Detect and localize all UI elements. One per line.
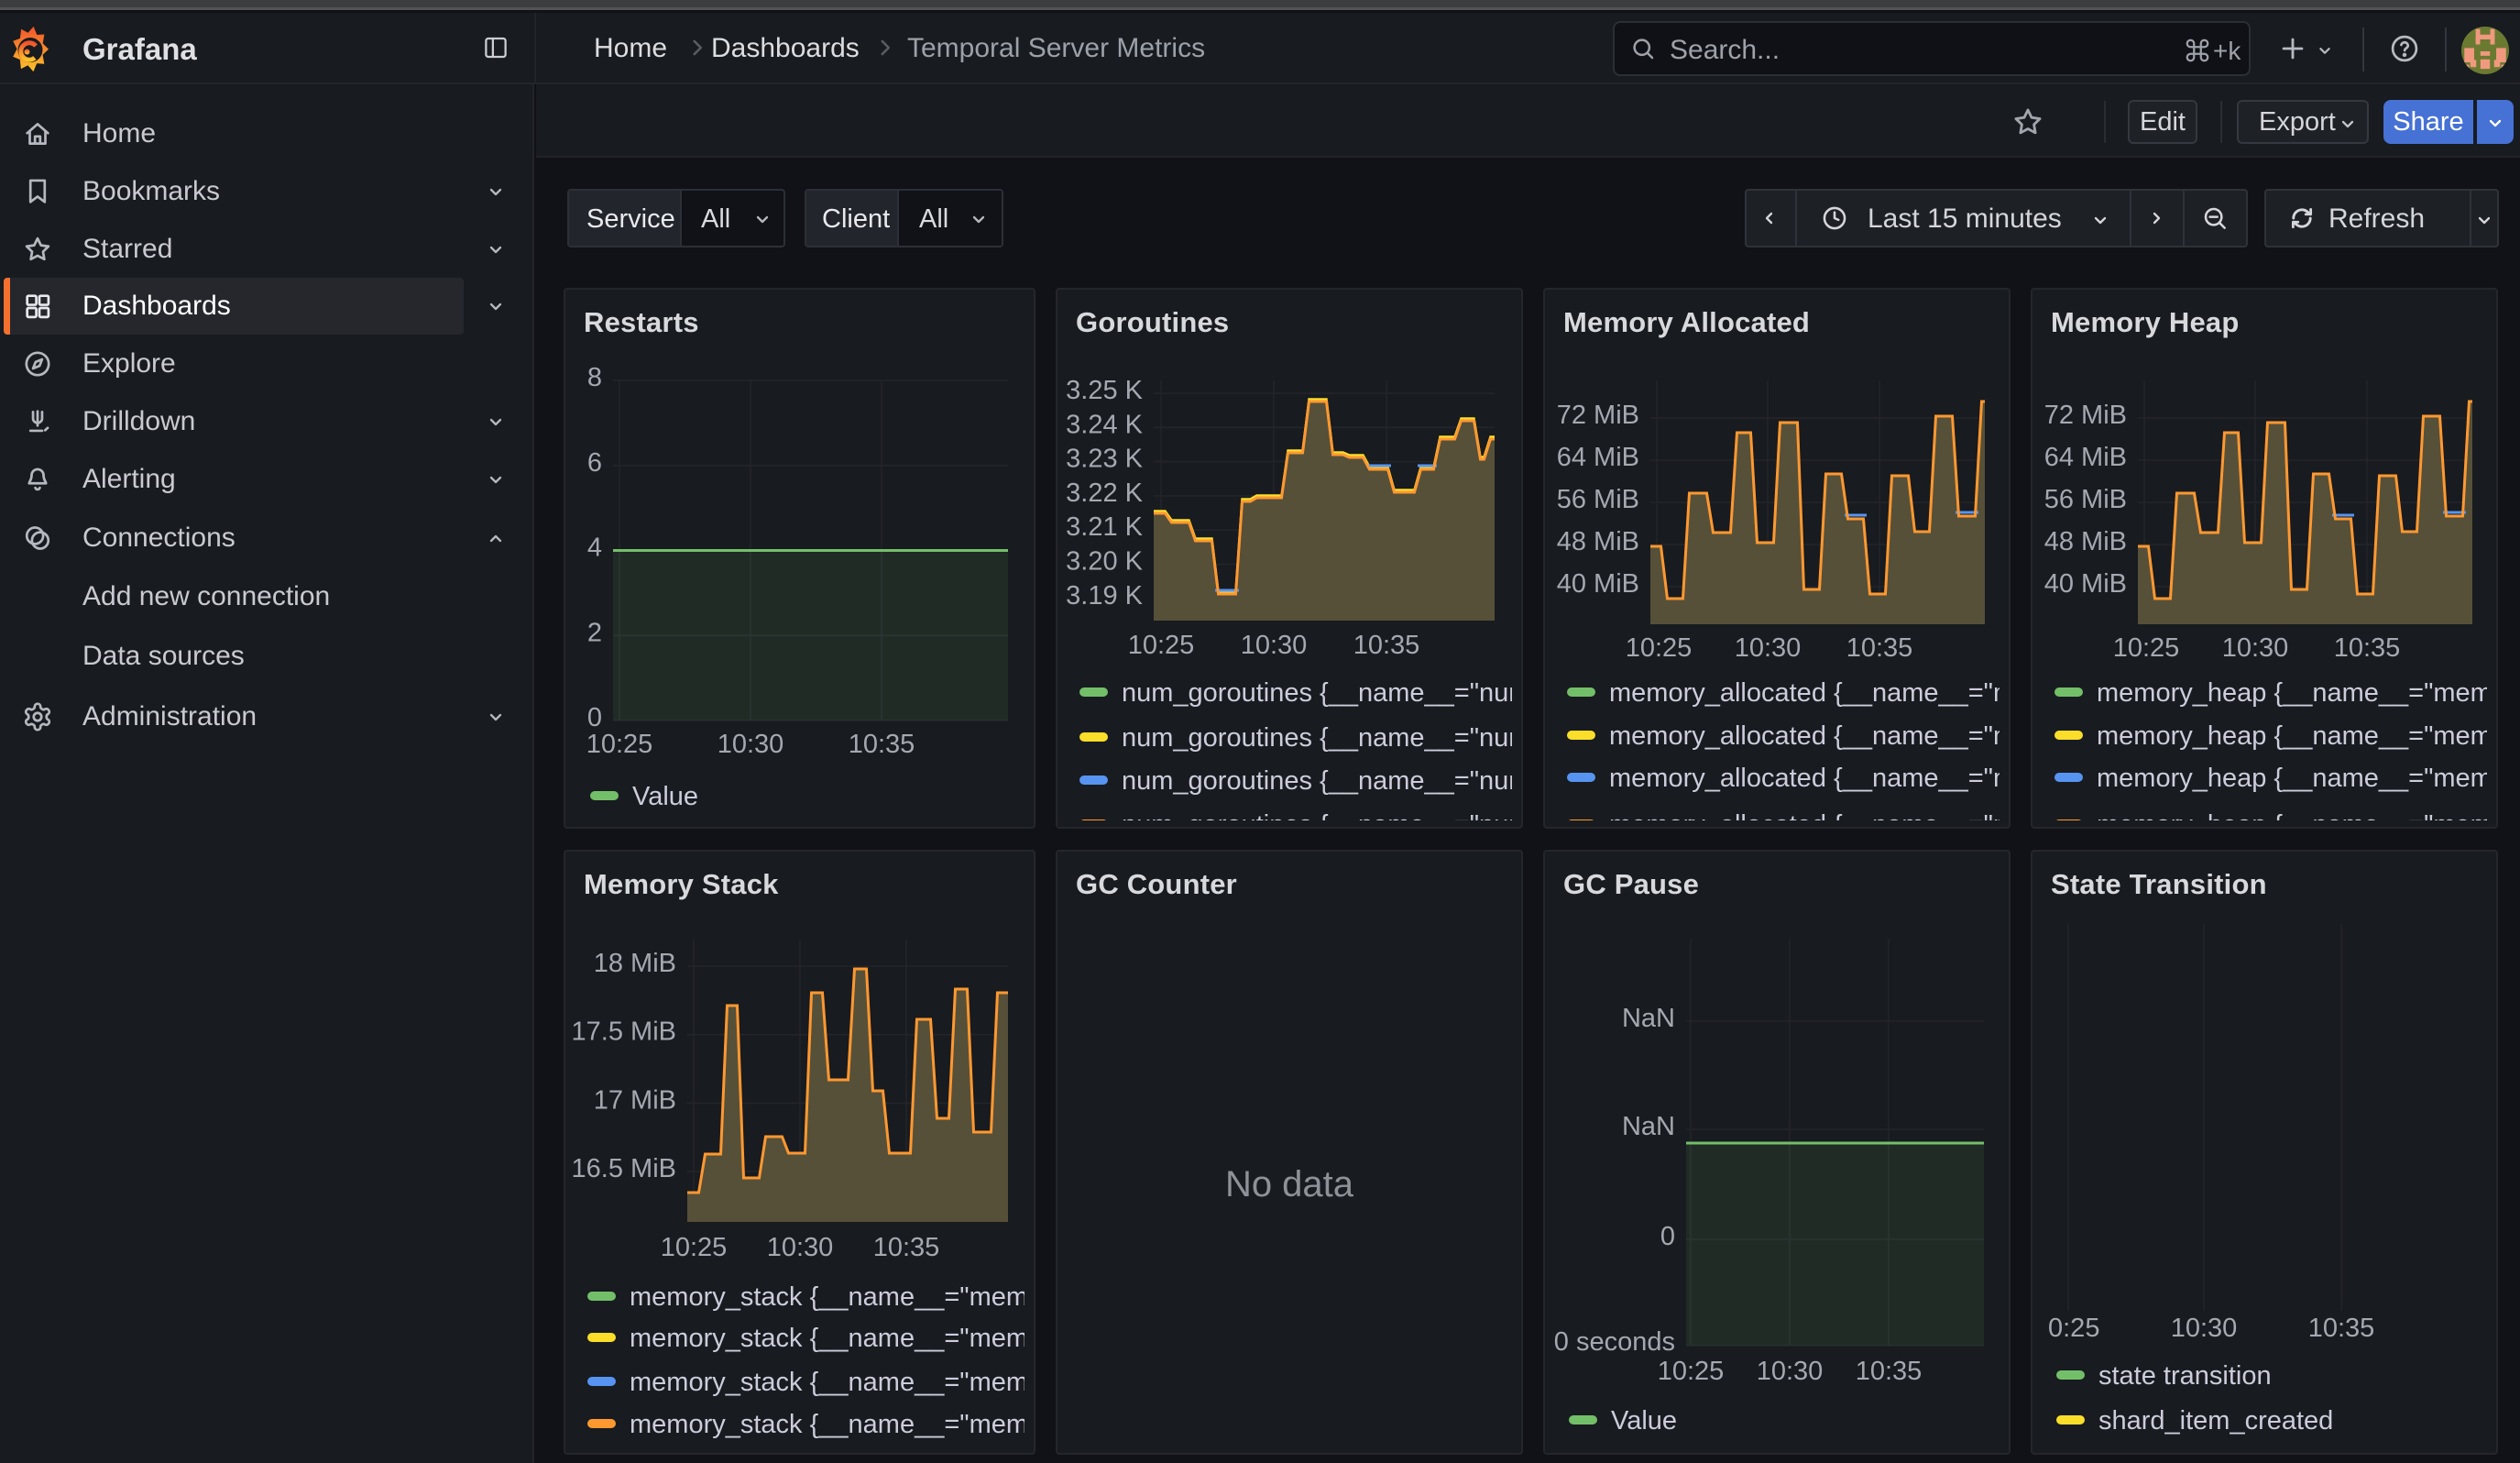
svg-text:17.5 MiB: 17.5 MiB [572, 1018, 676, 1047]
svg-text:64 MiB: 64 MiB [1557, 443, 1639, 472]
svg-text:72 MiB: 72 MiB [1557, 401, 1639, 430]
svg-text:memory_heap {__name__="memory_: memory_heap {__name__="memory_heap", ser… [2097, 764, 2498, 793]
svg-text:10:35: 10:35 [873, 1233, 940, 1262]
svg-text:10:35: 10:35 [849, 730, 915, 759]
svg-text:3.25 K: 3.25 K [1066, 376, 1143, 405]
svg-text:40 MiB: 40 MiB [1557, 569, 1639, 599]
svg-text:0 seconds: 0 seconds [1554, 1327, 1675, 1357]
svg-text:0: 0 [1660, 1222, 1675, 1251]
svg-text:memory_heap {__name__="memory_: memory_heap {__name__="memory_heap", ser… [2097, 810, 2498, 829]
svg-text:3.23 K: 3.23 K [1066, 445, 1143, 474]
svg-text:10:30: 10:30 [718, 730, 784, 759]
svg-text:memory_allocated {__name__="me: memory_allocated {__name__="memory_alloc… [1609, 721, 2011, 751]
svg-text:10:30: 10:30 [1735, 633, 1802, 663]
svg-text:56 MiB: 56 MiB [2044, 485, 2127, 514]
svg-text:No data: No data [1225, 1164, 1354, 1204]
svg-text:10:25: 10:25 [2113, 633, 2180, 663]
svg-text:memory_stack {__name__="memory: memory_stack {__name__="memory_stack", s… [630, 1324, 1035, 1353]
svg-text:3.21 K: 3.21 K [1066, 512, 1143, 542]
svg-text:10:25: 10:25 [1626, 633, 1693, 663]
svg-text:10:25: 10:25 [586, 730, 653, 759]
svg-text:48 MiB: 48 MiB [1557, 527, 1639, 556]
svg-text:6: 6 [587, 448, 602, 478]
svg-text:10:35: 10:35 [1846, 633, 1913, 663]
svg-text:10:30: 10:30 [1757, 1357, 1824, 1386]
svg-text:72 MiB: 72 MiB [2044, 401, 2127, 430]
svg-text:memory_heap {__name__="memory_: memory_heap {__name__="memory_heap", ser… [2097, 678, 2498, 708]
svg-text:40 MiB: 40 MiB [2044, 569, 2127, 599]
svg-text:10:30: 10:30 [2171, 1314, 2238, 1343]
svg-text:memory_stack {__name__="memory: memory_stack {__name__="memory_stack", s… [630, 1282, 1035, 1312]
svg-text:0:25: 0:25 [2048, 1314, 2099, 1343]
svg-text:18 MiB: 18 MiB [594, 949, 676, 978]
svg-text:4: 4 [587, 534, 602, 563]
svg-text:10:25: 10:25 [1658, 1357, 1725, 1386]
svg-text:17 MiB: 17 MiB [594, 1085, 676, 1115]
svg-text:3.20 K: 3.20 K [1066, 547, 1143, 577]
svg-text:48 MiB: 48 MiB [2044, 527, 2127, 556]
svg-text:NaN: NaN [1622, 1004, 1675, 1033]
svg-text:10:35: 10:35 [2308, 1314, 2375, 1343]
svg-text:num_goroutines {__name__="num_: num_goroutines {__name__="num_goroutines… [1122, 766, 1523, 796]
svg-text:3.24 K: 3.24 K [1066, 410, 1143, 439]
svg-text:10:30: 10:30 [1241, 631, 1308, 660]
svg-text:10:25: 10:25 [661, 1233, 728, 1262]
svg-text:3.22 K: 3.22 K [1066, 478, 1143, 508]
svg-text:2: 2 [587, 618, 602, 647]
svg-text:Value: Value [1611, 1406, 1677, 1436]
svg-text:memory_heap {__name__="memory_: memory_heap {__name__="memory_heap", ser… [2097, 721, 2498, 751]
svg-text:10:30: 10:30 [767, 1233, 834, 1262]
svg-text:Value: Value [632, 782, 698, 811]
svg-text:NaN: NaN [1622, 1112, 1675, 1141]
svg-text:num_goroutines {__name__="num_: num_goroutines {__name__="num_goroutines… [1122, 810, 1523, 829]
svg-text:10:35: 10:35 [1353, 631, 1420, 660]
svg-text:memory_stack {__name__="memory: memory_stack {__name__="memory_stack", s… [630, 1410, 1035, 1439]
svg-text:10:35: 10:35 [1856, 1357, 1923, 1386]
svg-text:shard_item_created: shard_item_created [2098, 1406, 2333, 1436]
svg-text:3.19 K: 3.19 K [1066, 581, 1143, 610]
svg-text:memory_allocated {__name__="me: memory_allocated {__name__="memory_alloc… [1609, 810, 2011, 829]
svg-text:64 MiB: 64 MiB [2044, 443, 2127, 472]
svg-text:56 MiB: 56 MiB [1557, 485, 1639, 514]
svg-text:memory_allocated {__name__="me: memory_allocated {__name__="memory_alloc… [1609, 678, 2011, 708]
svg-text:num_goroutines {__name__="num_: num_goroutines {__name__="num_goroutines… [1122, 723, 1523, 753]
svg-text:10:35: 10:35 [2334, 633, 2401, 663]
svg-text:memory_allocated {__name__="me: memory_allocated {__name__="memory_alloc… [1609, 764, 2011, 793]
svg-text:8: 8 [587, 363, 602, 392]
svg-text:0: 0 [587, 703, 602, 732]
svg-text:memory_stack {__name__="memory: memory_stack {__name__="memory_stack", s… [630, 1368, 1035, 1397]
svg-text:10:25: 10:25 [1128, 631, 1195, 660]
svg-text:10:30: 10:30 [2222, 633, 2289, 663]
svg-text:state transition: state transition [2098, 1361, 2272, 1391]
svg-text:num_goroutines {__name__="num_: num_goroutines {__name__="num_goroutines… [1122, 678, 1523, 708]
svg-text:16.5 MiB: 16.5 MiB [572, 1154, 676, 1183]
